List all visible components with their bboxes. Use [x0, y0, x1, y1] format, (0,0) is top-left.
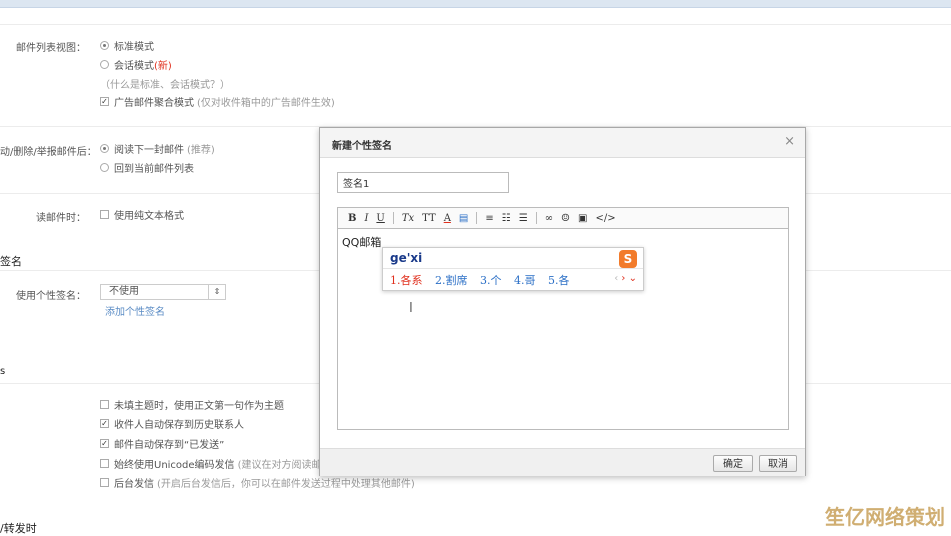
signature-section-title: 签名 [0, 255, 22, 268]
plain-text-checkbox[interactable]: 使用纯文本格式 [100, 207, 184, 222]
new-signature-dialog: 新建个性签名 × B I U Tx TT A ▤ ≡ ☷ ☰ ∞ ☺ ▣ </>… [319, 127, 806, 476]
italic-button[interactable]: I [364, 213, 368, 224]
confirm-button[interactable]: 确定 [713, 455, 753, 472]
font-color-button[interactable]: A [444, 213, 451, 224]
watermark: 笙亿网络策划 [825, 505, 945, 529]
back-to-list-label: 回到当前邮件列表 [114, 164, 194, 175]
unicode-hint: (建议在对方阅读邮件 [237, 460, 332, 471]
signature-select-value: 不使用 [109, 286, 139, 297]
signature-name-input[interactable] [337, 172, 509, 193]
ime-candidate[interactable]: 3.个 [480, 274, 502, 287]
subject-from-body-label: 未填主题时，使用正文第一句作为主题 [114, 401, 284, 412]
editor-toolbar: B I U Tx TT A ▤ ≡ ☷ ☰ ∞ ☺ ▣ </> [337, 207, 789, 229]
checkbox-icon [100, 459, 109, 468]
save-recipients-label: 收件人自动保存到历史联系人 [114, 420, 244, 431]
background-color-button[interactable]: ▤ [459, 213, 468, 224]
emoji-button[interactable]: ☺ [561, 213, 570, 224]
save-sent-label: 邮件自动保存到“已发送” [114, 440, 225, 451]
standard-mode-radio[interactable]: 标准模式 [100, 38, 154, 53]
background-send-checkbox[interactable]: 后台发信 (开启后台发信后，你可以在邮件发送过程中处理其他邮件) [100, 475, 415, 490]
unicode-label: 始终使用Unicode编码发信 [114, 460, 235, 471]
new-tag: (新) [154, 61, 172, 72]
cancel-button[interactable]: 取消 [759, 455, 797, 472]
signature-select[interactable]: 不使用 ⇕ [100, 284, 226, 300]
radio-icon [100, 163, 109, 172]
recommended-hint: (推荐) [187, 145, 215, 156]
checkbox-icon [100, 210, 109, 219]
ad-hint: (仅对收件箱中的广告邮件生效) [197, 98, 335, 109]
forward-section-title: /转发时 [0, 522, 37, 535]
read-mail-label: 读邮件时： [36, 213, 86, 224]
link-button[interactable]: ∞ [545, 213, 553, 224]
font-size-button[interactable]: TT [422, 213, 436, 224]
top-banner [0, 0, 951, 8]
ime-candidate-window: ge'xi S 1.各系 2.割席 3.个 4.哥 5.各 ‹ › ⌄ [382, 247, 644, 291]
bold-button[interactable]: B [348, 213, 356, 224]
radio-icon [100, 144, 109, 153]
text-cursor-icon: I [409, 301, 413, 316]
subject-from-body-checkbox[interactable]: 未填主题时，使用正文第一句作为主题 [100, 397, 284, 412]
expand-icon[interactable]: ⌄ [629, 273, 637, 284]
divider [0, 24, 951, 25]
unicode-checkbox[interactable]: 始终使用Unicode编码发信 (建议在对方阅读邮件 [100, 456, 331, 471]
background-send-hint: (开启后台发信后，你可以在邮件发送过程中处理其他邮件) [157, 479, 415, 490]
image-button[interactable]: ▣ [578, 213, 587, 224]
mail-list-view-label: 邮件列表视图： [16, 43, 86, 54]
standard-mode-label: 标准模式 [114, 42, 154, 53]
bullet-list-button[interactable]: ☰ [519, 213, 528, 224]
prev-page-icon[interactable]: ‹ [614, 273, 618, 284]
next-page-icon[interactable]: › [621, 273, 625, 284]
toolbar-separator [476, 212, 478, 224]
underline-button[interactable]: U [376, 213, 384, 224]
checkbox-icon [100, 478, 109, 487]
personal-signature-label: 使用个性签名： [16, 291, 86, 302]
check-icon: ✓ [100, 419, 109, 428]
after-move-label: 动/删除/举报邮件后： [0, 147, 97, 158]
dialog-body: B I U Tx TT A ▤ ≡ ☷ ☰ ∞ ☺ ▣ </> QQ邮箱 I g… [320, 158, 805, 448]
dialog-title: 新建个性签名 [332, 141, 392, 152]
read-next-label: 阅读下一封邮件 [114, 145, 184, 156]
mode-help-link[interactable]: （什么是标准、会话模式？） [100, 76, 230, 91]
ime-nav: ‹ › ⌄ [614, 273, 637, 284]
check-icon: ✓ [100, 97, 109, 106]
dialog-footer: 确定 取消 [320, 448, 805, 476]
ad-aggregation-label: 广告邮件聚合模式 [114, 98, 194, 109]
sogou-logo-icon: S [619, 250, 637, 268]
save-recipients-checkbox[interactable]: ✓ 收件人自动保存到历史联系人 [100, 416, 244, 431]
close-icon[interactable]: × [784, 134, 795, 149]
back-to-list-radio[interactable]: 回到当前邮件列表 [100, 160, 194, 175]
ime-candidate-list: 1.各系 2.割席 3.个 4.哥 5.各 [390, 272, 579, 288]
conversation-mode-radio[interactable]: 会话模式 (新) [100, 57, 172, 72]
plain-text-label: 使用纯文本格式 [114, 211, 184, 222]
select-arrow-icon: ⇕ [208, 285, 225, 299]
clear-format-button[interactable]: Tx [402, 213, 414, 224]
signature-editor[interactable]: QQ邮箱 I ge'xi S 1.各系 2.割席 3.个 4.哥 5.各 ‹ ›… [337, 229, 789, 430]
checkbox-icon [100, 400, 109, 409]
ime-candidate[interactable]: 4.哥 [514, 274, 536, 287]
align-button[interactable]: ≡ [485, 213, 493, 224]
read-next-radio[interactable]: 阅读下一封邮件 (推荐) [100, 141, 215, 156]
ime-composition: ge'xi [390, 251, 423, 265]
radio-icon [100, 60, 109, 69]
ime-candidate[interactable]: 1.各系 [390, 274, 423, 287]
save-sent-checkbox[interactable]: ✓ 邮件自动保存到“已发送” [100, 436, 224, 451]
toolbar-separator [535, 212, 537, 224]
ad-aggregation-checkbox[interactable]: ✓ 广告邮件聚合模式 (仅对收件箱中的广告邮件生效) [100, 94, 335, 109]
add-signature-link[interactable]: 添加个性签名 [105, 303, 165, 318]
radio-icon [100, 41, 109, 50]
background-send-label: 后台发信 [114, 479, 154, 490]
editor-content: QQ邮箱 [342, 236, 382, 249]
source-code-button[interactable]: </> [595, 213, 615, 224]
ime-candidate[interactable]: 5.各 [548, 274, 570, 287]
toolbar-separator [392, 212, 394, 224]
conversation-mode-label: 会话模式 [114, 61, 154, 72]
check-icon: ✓ [100, 439, 109, 448]
ime-candidate[interactable]: 2.割席 [435, 274, 468, 287]
numbered-list-button[interactable]: ☷ [502, 213, 511, 224]
send-section-marker: s [0, 366, 6, 377]
ime-divider [383, 268, 643, 269]
